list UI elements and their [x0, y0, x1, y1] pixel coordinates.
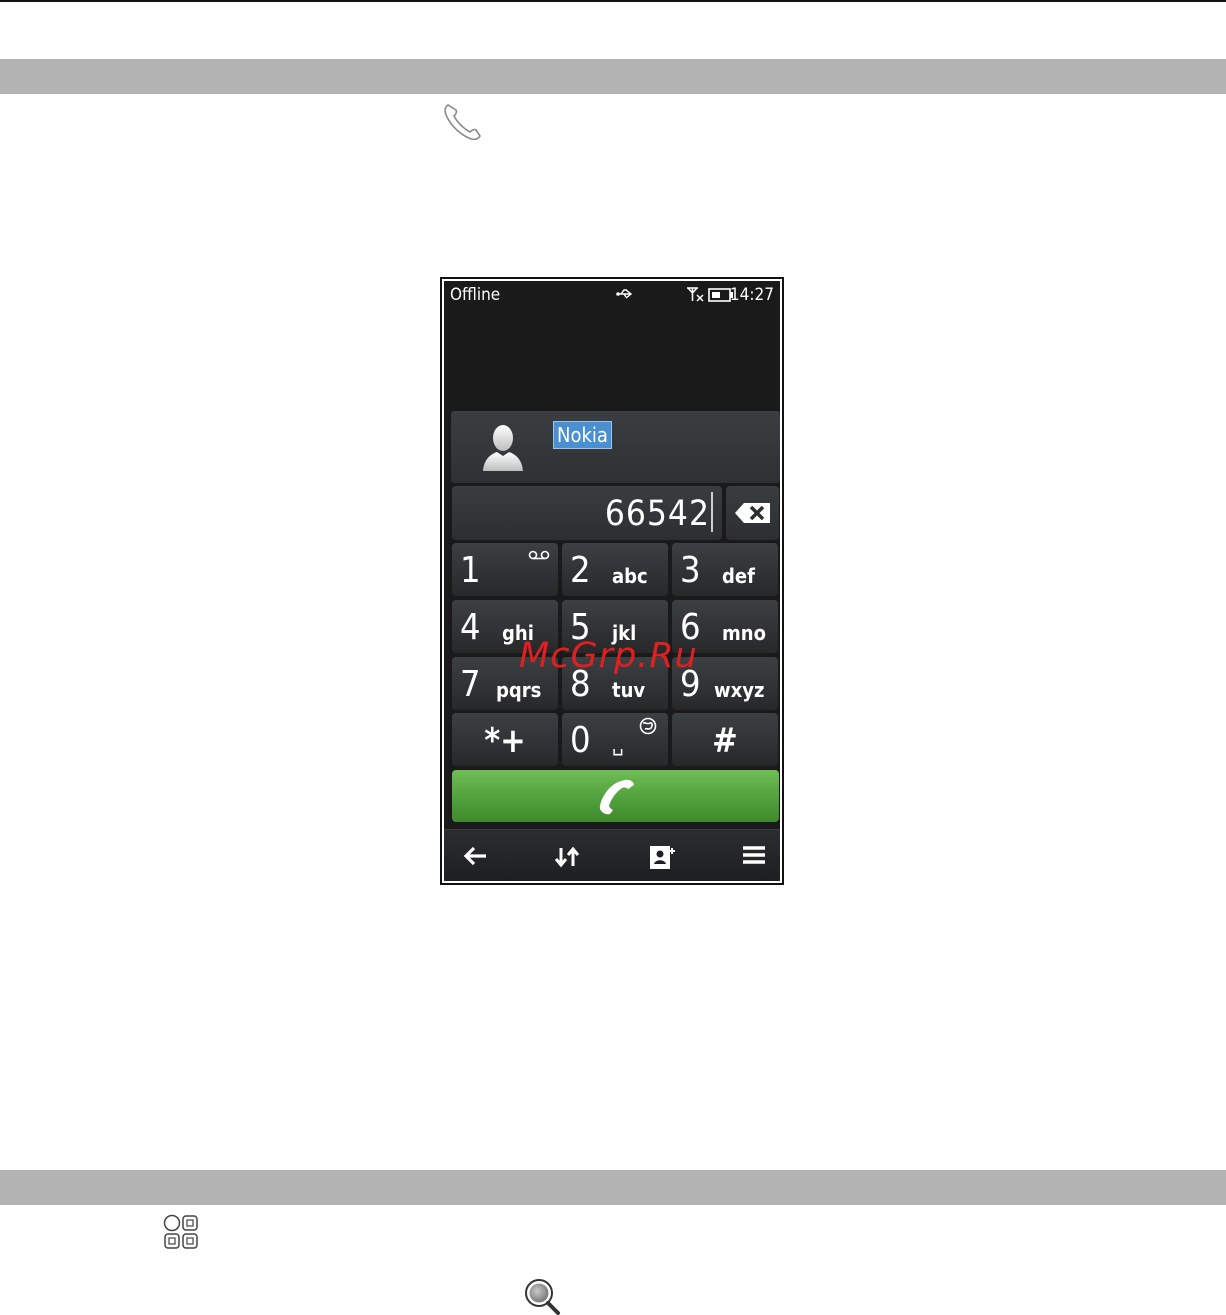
clock: 14:27: [729, 285, 774, 305]
key-letters: wxyz: [714, 678, 765, 702]
section-band-top: [0, 59, 1226, 94]
status-bar: Offline 14:27: [444, 281, 780, 309]
key-star-plus[interactable]: *+: [452, 713, 558, 766]
key-2[interactable]: 2 abc: [562, 543, 668, 596]
globe-icon: [639, 717, 657, 735]
switch-icon[interactable]: [554, 844, 580, 870]
text-caret: [711, 492, 713, 532]
top-rule: [0, 0, 1226, 2]
key-digit: 3: [680, 550, 701, 591]
key-hash[interactable]: #: [672, 713, 778, 766]
contacts-icon[interactable]: [648, 844, 676, 870]
key-digit: 1: [460, 550, 481, 591]
key-letters: abc: [612, 564, 648, 588]
backspace-button[interactable]: [726, 486, 779, 540]
key-letters: def: [722, 564, 755, 588]
avatar: [483, 425, 523, 471]
call-button[interactable]: [452, 770, 779, 822]
contact-suggestion[interactable]: Nokia: [451, 411, 780, 483]
key-letters: tuv: [612, 678, 646, 702]
contact-name-highlight: Nokia: [553, 421, 612, 449]
phone-screenshot: Offline 14:27 Nokia 66542 1 2 abc 3 def …: [440, 277, 784, 885]
menu-grid-icon: [163, 1214, 198, 1249]
watermark: McGrp.Ru: [519, 636, 698, 676]
key-digit: 0: [570, 720, 591, 761]
no-signal-icon: [687, 287, 704, 302]
phone-handset-icon: [444, 104, 481, 141]
key-digit: 4: [460, 607, 481, 648]
section-band-bottom: [0, 1170, 1226, 1205]
key-letters: mno: [722, 621, 766, 645]
dialed-number: 66542: [604, 494, 710, 534]
key-digit: 2: [570, 550, 591, 591]
backspace-icon: [735, 503, 770, 523]
key-0[interactable]: 0 ␣: [562, 713, 668, 766]
menu-icon[interactable]: [742, 844, 766, 866]
space-symbol: ␣: [612, 732, 624, 756]
phone-screen: Offline 14:27 Nokia 66542 1 2 abc 3 def …: [444, 281, 780, 881]
key-letters: pqrs: [496, 678, 542, 702]
call-icon: [599, 779, 634, 815]
key-symbol: *+: [484, 721, 526, 761]
back-icon[interactable]: [462, 844, 488, 868]
key-1[interactable]: 1: [452, 543, 558, 596]
search-icon: [525, 1279, 560, 1315]
network-status: Offline: [450, 285, 501, 305]
number-input[interactable]: 66542: [452, 486, 722, 540]
key-symbol: #: [712, 721, 738, 761]
bottom-toolbar: [444, 829, 780, 881]
voicemail-icon: [528, 550, 550, 560]
usb-icon: [616, 289, 633, 299]
key-digit: 7: [460, 664, 481, 705]
key-3[interactable]: 3 def: [672, 543, 778, 596]
